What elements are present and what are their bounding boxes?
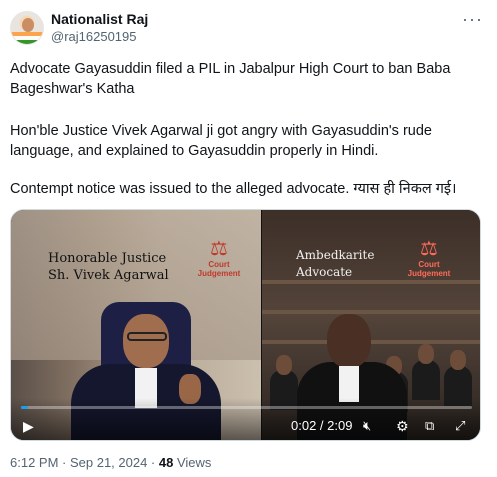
display-name[interactable]: Nationalist Raj bbox=[51, 11, 148, 27]
timestamp[interactable]: 6:12 PM · Sep 21, 2024 · bbox=[10, 455, 159, 470]
user-handle[interactable]: @raj16250195 bbox=[51, 29, 136, 44]
gear-icon[interactable]: ⚙ bbox=[396, 418, 409, 434]
logo-text-right: Court Judgement bbox=[407, 260, 451, 278]
left-caption-line2: Sh. Vivek Agarwal bbox=[48, 268, 169, 283]
more-dots-icon[interactable]: ··· bbox=[462, 10, 483, 28]
picture-in-picture-icon[interactable]: ⧉ bbox=[425, 418, 434, 434]
tweet-paragraph-2: Hon'ble Justice Vivek Agarwal ji got ang… bbox=[10, 123, 432, 159]
tweet-meta: 6:12 PM · Sep 21, 2024 · 48 Views bbox=[10, 455, 211, 470]
avatar-face bbox=[22, 18, 34, 32]
avatar-flag bbox=[11, 32, 43, 44]
player-controls: ▶ 0:02 / 2:09 🔇︎ ⚙ ⧉ ⤢ bbox=[11, 398, 480, 440]
progress-bar[interactable] bbox=[21, 406, 472, 409]
right-caption-line2: Advocate bbox=[296, 265, 353, 279]
video-player[interactable]: Honorable Justice Sh. Vivek Agarwal Ambe… bbox=[10, 209, 481, 441]
court-judgement-logo: ⚖ Court Judgement bbox=[399, 238, 459, 278]
play-icon[interactable]: ▶ bbox=[23, 418, 34, 434]
scales-icon: ⚖ bbox=[420, 238, 438, 260]
logo-text-left: Court Judgement bbox=[197, 260, 241, 278]
scales-icon: ⚖ bbox=[210, 238, 228, 260]
views-count: 48 bbox=[158, 455, 174, 470]
court-judgement-logo: ⚖ Court Judgement bbox=[189, 238, 249, 278]
progress-fill bbox=[21, 406, 29, 409]
time-readout: 0:02 / 2:09 bbox=[291, 418, 353, 433]
tweet-paragraph-3: Contempt notice was issued to the allege… bbox=[10, 181, 457, 197]
right-caption-line1: Ambedkarite bbox=[296, 248, 375, 262]
left-caption-line1: Honorable Justice bbox=[48, 251, 167, 266]
fullscreen-icon[interactable]: ⤢ bbox=[455, 418, 465, 434]
tweet: Nationalist Raj @raj16250195 ··· Advocat… bbox=[0, 0, 497, 477]
volume-muted-icon[interactable]: 🔇︎ bbox=[363, 418, 371, 434]
avatar[interactable] bbox=[10, 11, 44, 45]
views-label: Views bbox=[173, 455, 212, 470]
tweet-paragraph-1: Advocate Gayasuddin filed a PIL in Jabal… bbox=[10, 61, 451, 97]
